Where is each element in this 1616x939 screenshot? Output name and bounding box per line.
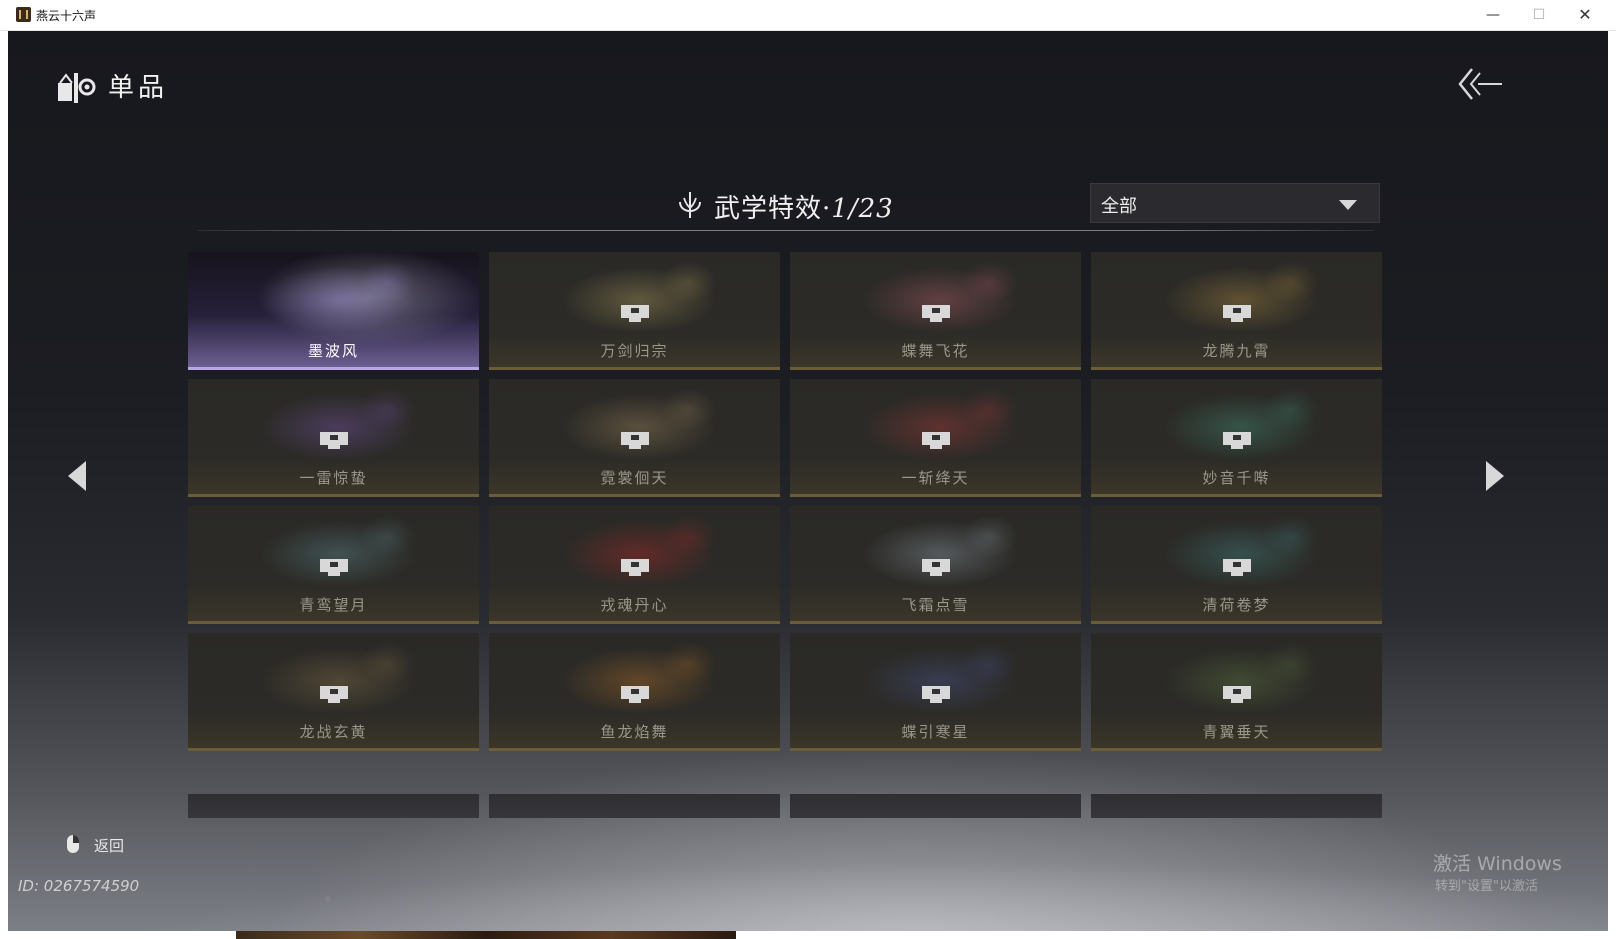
item-category-icon [58,73,96,103]
next-page-arrow-icon[interactable] [1484,459,1506,493]
activation-watermark: 激活 Windows [1433,853,1562,875]
locked-icon [320,432,348,449]
locked-icon [1223,432,1251,449]
effect-name: 青翼垂天 [1202,723,1271,741]
mouse-right-click-icon [67,835,79,853]
effect-name: 龙腾九霄 [1202,342,1271,360]
effect-name: 戎魂丹心 [600,596,669,614]
effect-grid: 墨波风 万剑归宗 蝶舞飞花 龙腾九霄一雷惊蛰 霓裳佪天 一斩绛天 妙音千啭青鸾望月 戎魂丹心 飞… [188,252,1382,787]
effect-card[interactable]: 龙腾九霄 [1091,252,1382,370]
partial-card[interactable] [1091,794,1382,818]
effect-card[interactable]: 一斩绛天 [790,379,1081,497]
filter-dropdown[interactable]: 全部 [1090,183,1380,223]
activation-watermark-hint: 转到"设置"以激活 [1435,879,1538,894]
filter-selected-value: 全部 [1101,196,1137,217]
effect-card[interactable]: 墨波风 [188,252,479,370]
partial-card[interactable] [489,794,780,818]
effect-card[interactable]: 戎魂丹心 [489,506,780,624]
window-titlebar: 燕云十六声 — ☐ ✕ [0,0,1616,31]
back-hint-label[interactable]: 返回 [94,835,124,856]
section-divider [198,230,1374,231]
locked-icon [320,686,348,703]
section-title: 武学特效·1/23 [714,188,894,225]
effect-card[interactable]: 妙音千啭 [1091,379,1382,497]
effect-card[interactable]: 霓裳佪天 [489,379,780,497]
partial-card[interactable] [188,794,479,818]
taskbar-thumbnails [236,931,736,939]
effect-card[interactable]: 鱼龙焰舞 [489,633,780,751]
effect-card[interactable]: 龙战玄黄 [188,633,479,751]
locked-icon [922,305,950,322]
locked-icon [1223,559,1251,576]
locked-icon [621,686,649,703]
effect-name: 蝶引寒星 [901,723,970,741]
effect-card[interactable]: 青鸾望月 [188,506,479,624]
effect-name: 清荷卷梦 [1202,596,1271,614]
partial-card[interactable] [790,794,1081,818]
locked-icon [621,559,649,576]
effect-name: 飞霜点雪 [901,596,970,614]
effect-card[interactable]: 清荷卷梦 [1091,506,1382,624]
effect-name: 龙战玄黄 [299,723,368,741]
locked-icon [922,559,950,576]
section-title-label: 武学特效· [714,194,832,224]
effect-card[interactable]: 青翼垂天 [1091,633,1382,751]
effect-name: 墨波风 [307,342,359,360]
page-title: 单品 [108,73,169,103]
app-icon [16,7,31,22]
player-id: ID: 0267574590 [18,877,140,895]
locked-icon [621,305,649,322]
close-button[interactable]: ✕ [1562,0,1608,30]
effect-name: 一斩绛天 [901,469,970,487]
locked-icon [922,432,950,449]
locked-icon [320,559,348,576]
maximize-button[interactable]: ☐ [1516,0,1562,30]
minimize-button[interactable]: — [1470,0,1516,30]
effect-card[interactable]: 蝶舞飞花 [790,252,1081,370]
locked-icon [1223,305,1251,322]
prev-page-arrow-icon[interactable] [66,459,88,493]
collection-count: 1/23 [831,194,894,224]
effect-name: 青鸾望月 [299,596,368,614]
effect-card[interactable]: 一雷惊蛰 [188,379,479,497]
effect-name: 一雷惊蛰 [299,469,368,487]
game-viewport: 单品 武学特效·1/23 全部 墨波风 万剑归宗 蝶舞飞花 龙腾九霄一雷惊蛰 霓裳佪天 一… [8,31,1608,931]
window-title: 燕云十六声 [36,9,97,23]
effect-name: 霓裳佪天 [600,469,669,487]
effect-card[interactable]: 万剑归宗 [489,252,780,370]
effect-card[interactable]: 飞霜点雪 [790,506,1081,624]
locked-icon [1223,686,1251,703]
effect-name: 鱼龙焰舞 [600,723,669,741]
effect-card[interactable]: 蝶引寒星 [790,633,1081,751]
locked-icon [621,432,649,449]
chevron-down-icon [1339,200,1357,210]
effect-name: 蝶舞飞花 [901,342,970,360]
locked-icon [922,686,950,703]
effect-name: 万剑归宗 [600,342,669,360]
back-arrow-icon[interactable] [1458,67,1504,101]
martial-effect-icon [679,192,701,218]
effect-name: 妙音千啭 [1202,469,1271,487]
